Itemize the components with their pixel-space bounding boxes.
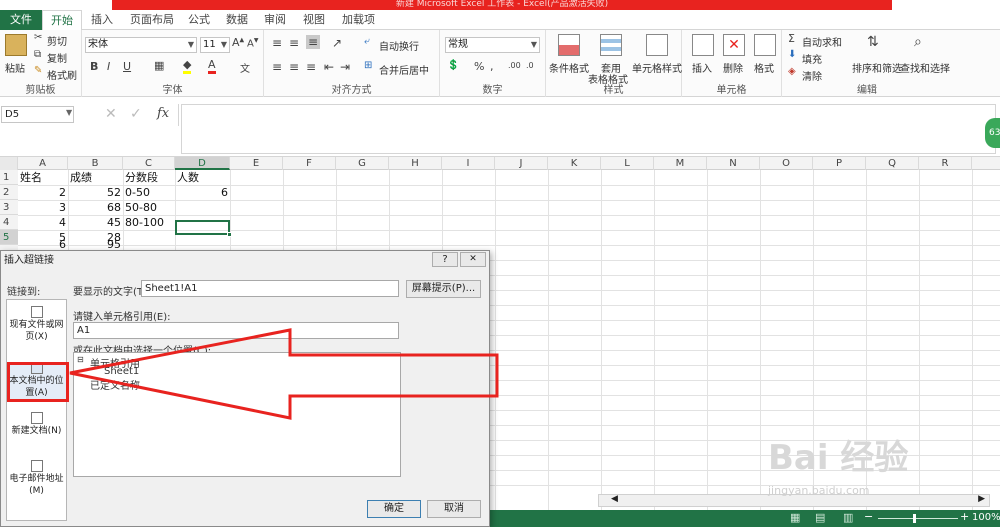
annotation-arrow-icon [69, 328, 499, 420]
